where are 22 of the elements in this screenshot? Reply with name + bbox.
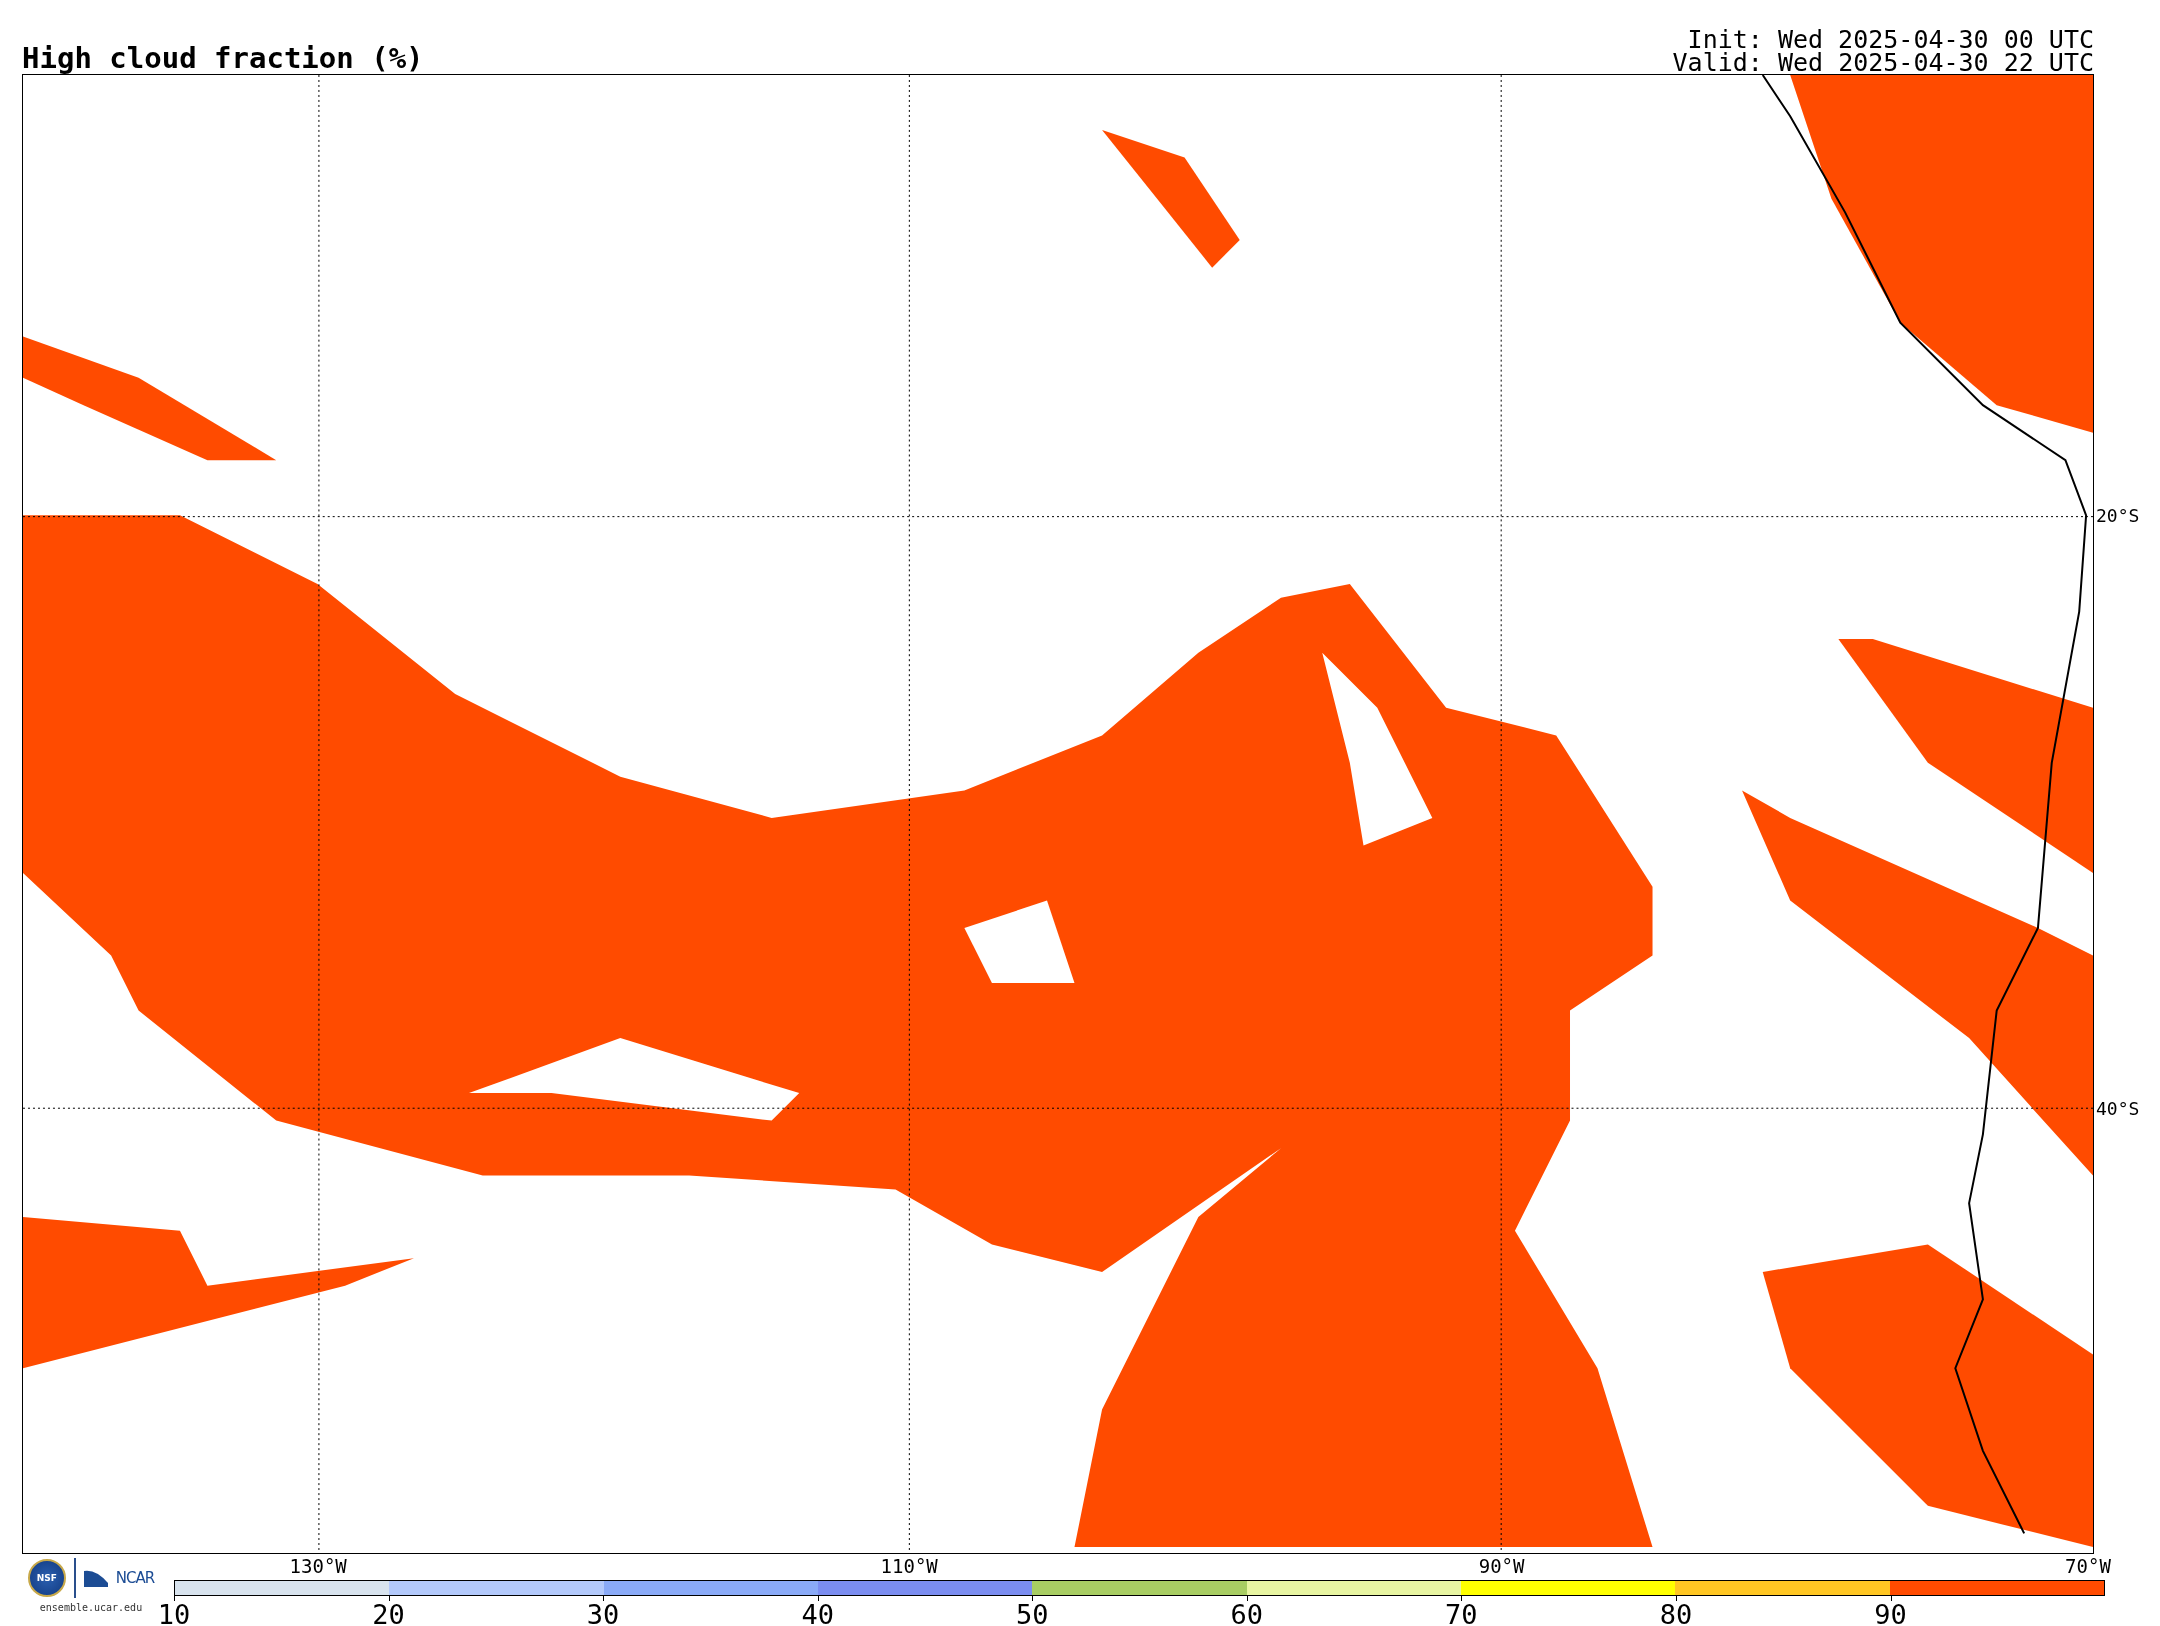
tick-label: 60 <box>1230 1601 1264 1626</box>
longitude-label: 130°W <box>289 1556 347 1576</box>
tick-label: 10 <box>157 1601 191 1626</box>
latitude-label: 40°S <box>2096 1098 2140 1119</box>
logo-text: NCAR <box>115 1569 155 1587</box>
tick-label: 50 <box>1016 1601 1049 1626</box>
chart-title: High cloud fraction (%) <box>22 42 424 74</box>
tick-label: 40 <box>801 1601 834 1626</box>
tick-label: 20 <box>372 1601 405 1626</box>
tick-label: 30 <box>586 1601 620 1626</box>
tick-label: 70 <box>1445 1601 1478 1626</box>
time-label: Init: Wed 2025-04-30 00 UTC <box>1687 28 2094 51</box>
latitude-label: 20°S <box>2096 506 2140 527</box>
time-label: Valid: Wed 2025-04-30 22 UTC <box>1672 51 2094 74</box>
longitude-label: 70°W <box>2065 1556 2111 1576</box>
wave-logo-icon <box>83 1569 108 1587</box>
website-url: ensemble.ucar.edu <box>39 1602 143 1613</box>
tick-label: 80 <box>1659 1601 1693 1626</box>
seal-logo: NSF <box>27 1559 66 1597</box>
tick-label: 90 <box>1874 1601 1907 1626</box>
longitude-label: 110°W <box>880 1556 938 1576</box>
longitude-label: 90°W <box>1478 1556 1525 1576</box>
